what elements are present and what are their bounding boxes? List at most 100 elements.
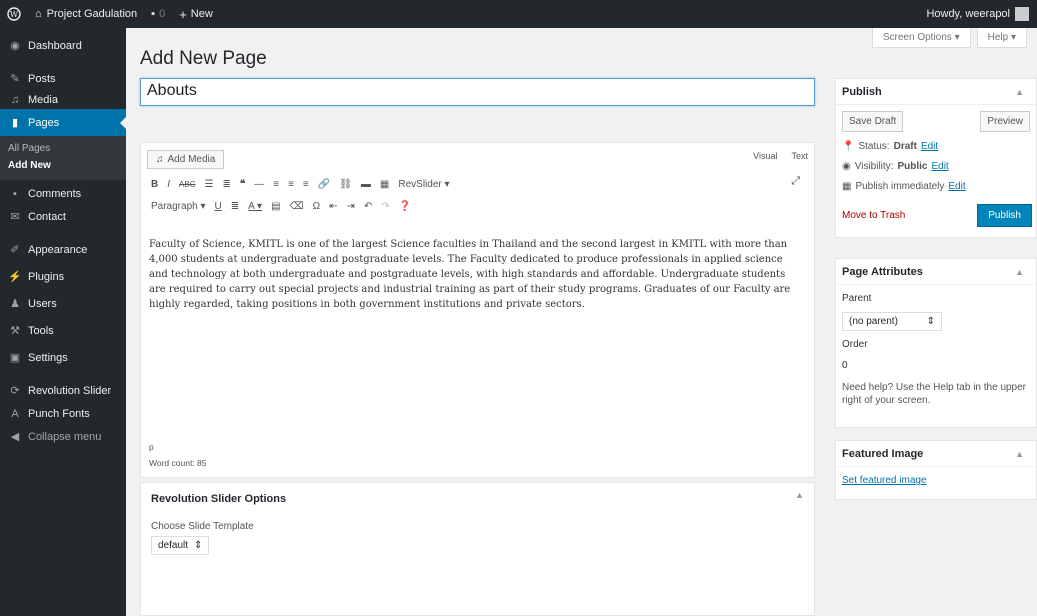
sidebar-item-appearance[interactable]: ✐ Appearance [0,236,126,263]
sidebar-item-plugins[interactable]: ⚡ Plugins [0,263,126,290]
editor-toolbar-row-1: B I ABC ☰ ≣ ❝ — ≡ ≡ ≡ 🔗 ⛓ ▬ ▦ RevSlider … [151,179,450,190]
align-right-icon[interactable]: ≡ [303,179,309,190]
bullet-list-icon[interactable]: ☰ [204,179,213,190]
admin-bar: W ⌂ Project Gadulation ▪ 0 + New Howdy, … [0,0,1037,28]
font-icon: A [11,407,19,420]
comments-link[interactable]: ▪ 0 [144,0,172,28]
clear-formatting-icon[interactable]: ⌫ [290,201,304,212]
editor-content[interactable]: Faculty of Science, KMITL is one of the … [149,237,804,312]
parent-label: Parent [842,293,872,304]
submenu-add-new[interactable]: Add New [0,157,126,174]
new-content-link[interactable]: + New [172,0,220,28]
pin-icon: ✎ [10,73,20,85]
toggle-arrow-icon[interactable]: ▲ [1015,267,1024,277]
move-to-trash-link[interactable]: Move to Trash [842,210,905,221]
order-input[interactable]: 0 [836,360,1036,371]
paste-text-icon[interactable]: ▤ [271,201,280,212]
undo-icon[interactable]: ↶ [364,201,372,212]
fullscreen-icon[interactable]: ⤢ [791,175,800,188]
users-icon: ♟ [10,298,20,310]
sidebar-item-tools[interactable]: ⚒ Tools [0,317,126,344]
sidebar-item-settings[interactable]: ▣ Settings [0,344,126,371]
sidebar-item-contact[interactable]: ✉ Contact [0,203,126,230]
submenu-all-pages[interactable]: All Pages [0,140,126,157]
edit-visibility-link[interactable]: Edit [931,161,948,172]
special-character-icon[interactable]: Ω [313,201,320,212]
sidebar-item-users[interactable]: ♟ Users [0,290,126,317]
help-button[interactable]: Help ▾ [976,28,1027,48]
preview-button[interactable]: Preview [980,111,1030,132]
numbered-list-icon[interactable]: ≣ [222,179,230,190]
redo-icon[interactable]: ↷ [381,201,389,212]
publish-box: Publish ▲ Save Draft Preview 📍 Status: D… [835,78,1037,238]
screen-options-button[interactable]: Screen Options ▾ [871,28,971,48]
add-media-button[interactable]: ♫ Add Media [147,150,225,169]
sidebar-item-label: Media [28,93,58,106]
read-more-icon[interactable]: ▬ [361,179,371,190]
sidebar-item-label: Punch Fonts [28,407,90,420]
site-name-link[interactable]: ⌂ Project Gadulation [28,0,144,28]
template-select[interactable]: default ⇕ [151,536,210,555]
screen-meta-links: Screen Options ▾ Help ▾ [871,28,1027,48]
mail-icon: ✉ [10,211,20,223]
select-arrows-icon: ⇕ [926,316,935,327]
collapse-icon: ◀ [10,431,20,443]
sidebar-item-label: Collapse menu [28,430,102,443]
settings-icon: ▣ [9,352,21,364]
post-editor: ♫ Add Media Visual Text B I ABC ☰ ≣ ❝ — … [140,142,815,478]
editor-mode-tabs: Visual Text [753,151,808,161]
sidebar-item-label: Users [28,297,57,310]
bold-icon[interactable]: B [151,179,158,190]
revslider-button[interactable]: RevSlider ▾ [398,179,449,190]
page-icon: ▮ [11,117,19,129]
pin-icon: 📍 [842,140,855,152]
publish-button[interactable]: Publish [977,204,1032,227]
italic-icon[interactable]: I [167,179,170,190]
tab-visual[interactable]: Visual [753,151,777,161]
tab-text[interactable]: Text [791,151,808,161]
justify-icon[interactable]: ≣ [231,201,239,212]
comments-count: 0 [159,8,166,20]
keyboard-help-icon[interactable]: ❓ [399,201,411,212]
calendar-icon: ▦ [842,180,852,192]
visibility-row: ◉ Visibility: Public Edit [842,160,949,172]
sidebar-item-dashboard[interactable]: ◉ Dashboard [0,32,126,59]
collapse-arrow-icon[interactable]: ▲ [795,490,804,500]
order-label: Order [842,339,868,350]
brush-icon: ✐ [10,244,20,256]
align-center-icon[interactable]: ≡ [288,179,294,190]
media-icon: ♫ [156,154,164,165]
choose-template-label: Choose Slide Template [151,521,254,532]
account-menu[interactable]: Howdy, weerapol [926,7,1037,21]
outdent-icon[interactable]: ⇤ [329,201,337,212]
set-featured-image-link[interactable]: Set featured image [842,475,927,486]
edit-status-link[interactable]: Edit [921,141,938,152]
sidebar-item-label: Posts [28,72,56,85]
post-title-input[interactable]: Abouts [140,78,815,106]
unlink-icon[interactable]: ⛓ [339,179,352,190]
edit-schedule-link[interactable]: Edit [948,181,965,192]
save-draft-button[interactable]: Save Draft [842,111,904,132]
sidebar-item-pages[interactable]: ▮ Pages [0,109,126,136]
avatar [1015,7,1029,21]
underline-icon[interactable]: U [215,201,222,212]
align-left-icon[interactable]: ≡ [273,179,279,190]
text-color-icon[interactable]: A ▾ [248,201,262,212]
horizontal-line-icon[interactable]: — [254,179,264,190]
revslider-options-title: Revolution Slider Options [151,493,287,505]
page-title: Add New Page [140,48,267,69]
toggle-arrow-icon[interactable]: ▲ [1015,87,1024,97]
strikethrough-icon[interactable]: ABC [179,180,195,189]
paragraph-select[interactable]: Paragraph ▾ [151,201,206,212]
revslider-options-box: Revolution Slider Options ▲ Choose Slide… [140,482,815,616]
blockquote-icon[interactable]: ❝ [240,179,245,190]
parent-select[interactable]: (no parent) ⇕ [842,312,942,331]
toolbar-toggle-icon[interactable]: ▦ [380,179,389,190]
insert-link-icon[interactable]: 🔗 [318,179,330,190]
sidebar-item-label: Settings [28,351,68,364]
toggle-arrow-icon[interactable]: ▲ [1015,449,1024,459]
wordpress-logo-icon[interactable]: W [0,0,28,28]
refresh-icon: ⟳ [10,385,20,397]
sidebar-collapse-menu[interactable]: ◀ Collapse menu [0,423,126,450]
indent-icon[interactable]: ⇥ [347,201,355,212]
